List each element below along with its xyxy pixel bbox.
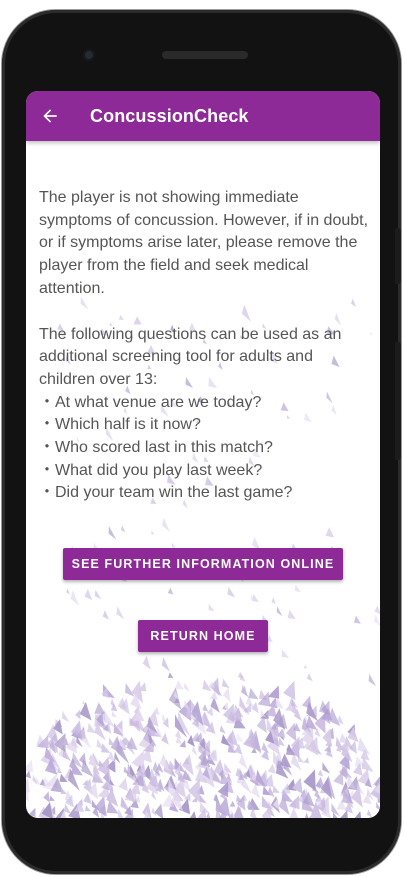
phone-frame: ConcussionCheck The player is not showin… <box>2 10 401 874</box>
speaker-grille <box>162 51 248 59</box>
return-home-button[interactable]: RETURN HOME <box>138 620 268 652</box>
camera-icon <box>83 49 95 61</box>
list-item: ・Which half is it now? <box>39 416 201 434</box>
list-item: ・At what venue are we today? <box>39 393 262 411</box>
screening-intro: The following questions can be used as a… <box>39 325 342 388</box>
arrow-back-icon <box>43 109 57 123</box>
list-item: ・What did you play last week? <box>39 461 263 479</box>
result-paragraph: The player is not showing immediate symp… <box>39 189 369 297</box>
power-button <box>395 228 401 284</box>
volume-button <box>395 342 401 460</box>
further-information-button[interactable]: SEE FURTHER INFORMATION ONLINE <box>63 548 343 580</box>
list-item: ・Did your team win the last game? <box>39 484 293 502</box>
back-button[interactable] <box>36 102 64 130</box>
question-list: ・At what venue are we today? ・Which half… <box>39 392 369 506</box>
app-screen: ConcussionCheck The player is not showin… <box>26 91 380 818</box>
app-title: ConcussionCheck <box>90 106 249 126</box>
main-content: The player is not showing immediate symp… <box>39 187 369 505</box>
list-item: ・Who scored last in this match? <box>39 439 273 457</box>
app-bar: ConcussionCheck <box>26 91 380 141</box>
